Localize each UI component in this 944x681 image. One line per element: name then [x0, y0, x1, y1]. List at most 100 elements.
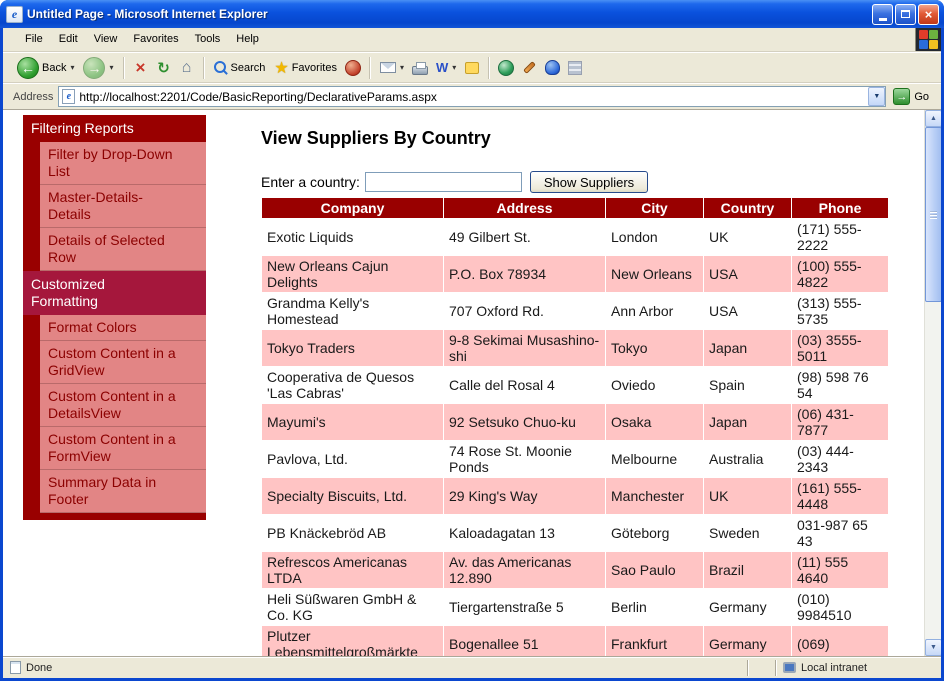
maximize-button[interactable]	[895, 4, 916, 25]
search-button[interactable]: Search	[210, 59, 270, 77]
table-row: Cooperativa de Quesos 'Las Cabras'Calle …	[262, 367, 889, 404]
table-cell: (313) 555-5735	[792, 293, 889, 330]
table-cell: Cooperativa de Quesos 'Las Cabras'	[262, 367, 444, 404]
page-favicon: e	[62, 89, 75, 104]
table-cell: Plutzer Lebensmittelgroßmärkte	[262, 626, 444, 657]
messenger-button[interactable]	[541, 56, 563, 80]
globe-button[interactable]	[495, 56, 517, 80]
security-zone-pane: Local intranet	[779, 662, 937, 674]
table-cell: Refrescos Americanas LTDA	[262, 552, 444, 589]
scroll-down-button[interactable]: ▼	[925, 639, 941, 656]
sidebar-item[interactable]: Custom Content in a DetailsView	[40, 384, 206, 427]
table-cell: 92 Setsuko Chuo-ku	[444, 404, 606, 441]
table-cell: (010) 9984510	[792, 589, 889, 626]
table-cell: UK	[704, 478, 792, 515]
title-bar: e Untitled Page - Microsoft Internet Exp…	[0, 0, 944, 28]
address-field[interactable]: e http://localhost:2201/Code/BasicReport…	[58, 86, 886, 107]
browser-window: e Untitled Page - Microsoft Internet Exp…	[0, 0, 944, 681]
stop-button[interactable]: ×	[130, 56, 152, 80]
table-cell: Frankfurt	[606, 626, 704, 657]
back-button[interactable]: ← Back ▾	[13, 55, 78, 81]
table-cell: (06) 431-7877	[792, 404, 889, 441]
table-cell: Japan	[704, 330, 792, 367]
table-cell: Bogenallee 51	[444, 626, 606, 657]
mail-icon	[380, 62, 396, 73]
sidebar-item[interactable]: Custom Content in a GridView	[40, 341, 206, 384]
column-header: Phone	[792, 198, 889, 219]
toolbar-separator	[369, 57, 371, 79]
favorites-button[interactable]: ★ Favorites	[270, 56, 341, 80]
address-bar: Address e http://localhost:2201/Code/Bas…	[3, 83, 941, 110]
vertical-scrollbar[interactable]: ▲ ▼	[924, 110, 941, 656]
show-suppliers-button[interactable]: Show Suppliers	[530, 171, 648, 193]
table-cell: Spain	[704, 367, 792, 404]
table-cell: Ann Arbor	[606, 293, 704, 330]
sidebar-item[interactable]: Custom Content in a FormView	[40, 427, 206, 470]
discuss-button[interactable]	[461, 56, 483, 80]
back-label: Back	[42, 62, 66, 74]
country-input[interactable]	[365, 172, 522, 192]
table-row: Refrescos Americanas LTDAAv. das America…	[262, 552, 889, 589]
zone-text: Local intranet	[801, 662, 867, 674]
address-dropdown-button[interactable]: ▼	[868, 87, 885, 106]
sidebar-item[interactable]: Master-Details-Details	[40, 185, 206, 228]
forward-button[interactable]: → ▾	[79, 55, 117, 81]
status-bar: Done Local intranet	[3, 656, 941, 678]
menu-view[interactable]: View	[86, 28, 126, 51]
status-divider	[775, 660, 777, 676]
country-form: Enter a country: Show Suppliers	[261, 171, 893, 193]
sidebar-group: Filtering ReportsFilter by Drop-Down Lis…	[23, 115, 206, 271]
scroll-thumb[interactable]	[925, 127, 941, 302]
grid-button[interactable]	[564, 56, 586, 80]
toolbar-separator	[203, 57, 205, 79]
sidebar-item[interactable]: Format Colors	[40, 315, 206, 341]
table-cell: (069)	[792, 626, 889, 657]
sidebar-group-header[interactable]: Customized Formatting	[23, 271, 206, 315]
table-cell: 9-8 Sekimai Musashino-shi	[444, 330, 606, 367]
document-status-icon	[10, 661, 21, 674]
menu-help[interactable]: Help	[228, 28, 267, 51]
table-cell: 031-987 65 43	[792, 515, 889, 552]
sidebar-group-header[interactable]: Filtering Reports	[23, 115, 206, 142]
menu-file[interactable]: File	[17, 28, 51, 51]
home-button[interactable]: ⌂	[176, 56, 198, 80]
word-edit-icon: W	[436, 60, 448, 75]
favorites-label: Favorites	[292, 62, 337, 74]
table-cell: Grandma Kelly's Homestead	[262, 293, 444, 330]
table-cell: Manchester	[606, 478, 704, 515]
refresh-button[interactable]: ↻	[153, 56, 175, 80]
pencil-button[interactable]	[518, 56, 540, 80]
mail-button[interactable]: ▾	[376, 60, 408, 75]
table-cell: 49 Gilbert St.	[444, 219, 606, 256]
menu-tools[interactable]: Tools	[187, 28, 229, 51]
sidebar-item[interactable]: Summary Data in Footer	[40, 470, 206, 513]
grid-icon	[568, 61, 582, 75]
go-button[interactable]: → Go	[891, 87, 935, 106]
print-button[interactable]	[409, 56, 431, 80]
table-cell: Germany	[704, 626, 792, 657]
address-url[interactable]: http://localhost:2201/Code/BasicReportin…	[79, 90, 868, 104]
menu-edit[interactable]: Edit	[51, 28, 86, 51]
sidebar-item[interactable]: Filter by Drop-Down List	[40, 142, 206, 185]
table-cell: London	[606, 219, 704, 256]
table-cell: Tokyo	[606, 330, 704, 367]
scroll-up-button[interactable]: ▲	[925, 110, 941, 127]
table-cell: UK	[704, 219, 792, 256]
table-cell: Av. das Americanas 12.890	[444, 552, 606, 589]
edit-button[interactable]: W ▾	[432, 58, 460, 77]
table-cell: 707 Oxford Rd.	[444, 293, 606, 330]
history-button[interactable]	[342, 56, 364, 80]
sidebar-item[interactable]: Details of Selected Row	[40, 228, 206, 271]
sidebar-group: Customized FormattingFormat ColorsCustom…	[23, 271, 206, 513]
close-button[interactable]: ×	[918, 4, 939, 25]
status-text: Done	[26, 662, 52, 674]
table-cell: Kaloadagatan 13	[444, 515, 606, 552]
toolbar-separator	[123, 57, 125, 79]
messenger-icon	[545, 60, 560, 75]
menu-favorites[interactable]: Favorites	[125, 28, 186, 51]
edit-dropdown-icon: ▾	[452, 63, 456, 72]
forward-icon: →	[83, 57, 105, 79]
table-cell: Specialty Biscuits, Ltd.	[262, 478, 444, 515]
minimize-button[interactable]	[872, 4, 893, 25]
table-row: Mayumi's92 Setsuko Chuo-kuOsakaJapan(06)…	[262, 404, 889, 441]
